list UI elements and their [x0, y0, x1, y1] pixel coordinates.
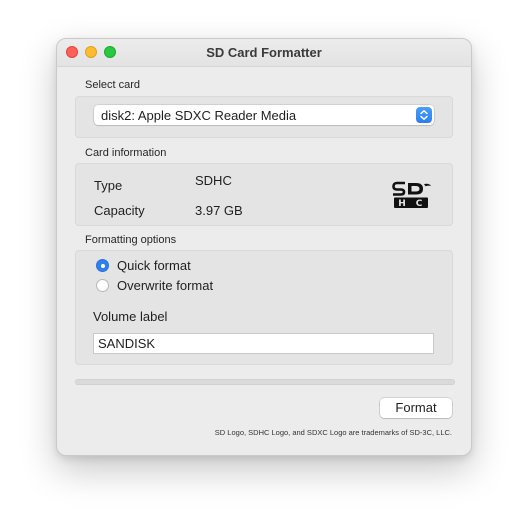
window-title: SD Card Formatter	[206, 45, 322, 60]
quick-format-label[interactable]: Quick format	[117, 258, 191, 273]
card-type-value: SDHC	[195, 173, 232, 188]
card-information-group: Type SDHC Capacity 3.97 GB H C	[75, 163, 453, 226]
svg-text:H: H	[398, 199, 406, 209]
card-capacity-value: 3.97 GB	[195, 203, 243, 218]
sd-card-formatter-window: SD Card Formatter Select card disk2: App…	[56, 38, 472, 456]
formatting-options-group: Quick format Overwrite format Volume lab…	[75, 250, 453, 365]
card-type-label: Type	[94, 178, 123, 193]
quick-format-radio[interactable]	[96, 259, 109, 272]
format-progress-bar	[75, 379, 455, 385]
card-select-dropdown[interactable]: disk2: Apple SDXC Reader Media	[94, 105, 434, 125]
card-information-label: Card information	[85, 147, 167, 159]
format-button[interactable]: Format	[380, 398, 452, 418]
card-select-value: disk2: Apple SDXC Reader Media	[101, 108, 297, 123]
title-bar: SD Card Formatter	[57, 39, 471, 67]
select-card-label: Select card	[85, 79, 141, 91]
svg-text:C: C	[416, 199, 423, 209]
sdhc-logo-icon: H C	[392, 180, 432, 210]
trademark-footnote: SD Logo, SDHC Logo, and SDXC Logo are tr…	[214, 428, 452, 437]
volume-label-caption: Volume label	[93, 309, 168, 324]
card-capacity-label: Capacity	[94, 203, 145, 218]
dropdown-stepper-icon[interactable]	[416, 107, 432, 123]
overwrite-format-radio[interactable]	[96, 279, 109, 292]
formatting-options-label: Formatting options	[85, 234, 177, 246]
overwrite-format-label[interactable]: Overwrite format	[117, 278, 213, 293]
volume-label-input[interactable]	[93, 333, 434, 354]
select-card-group: disk2: Apple SDXC Reader Media	[75, 96, 453, 138]
